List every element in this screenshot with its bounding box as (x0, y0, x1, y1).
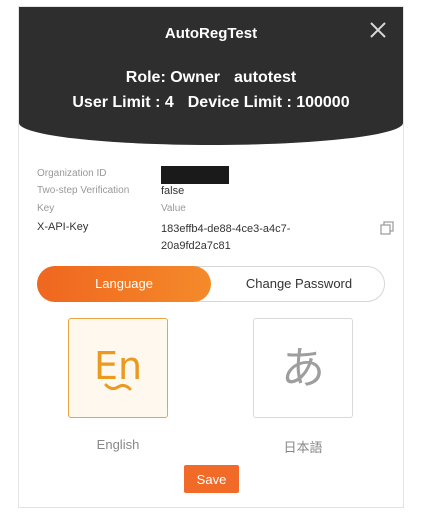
role-user: autotest (234, 69, 297, 86)
dialog-title: AutoRegTest (164, 25, 258, 42)
settings-tabs: Language Change Password (37, 266, 385, 302)
two-step-value: false (161, 185, 185, 197)
role-line: Role: Owner autotest (19, 69, 403, 87)
tab-language[interactable]: Language (37, 266, 211, 302)
limit-line: User Limit : 4 Device Limit : 100000 (19, 94, 403, 112)
tab-change-password[interactable]: Change Password (212, 266, 386, 302)
api-key-line-1: 183effb4-de88-4ce3-a4c7- (161, 223, 291, 235)
svg-text:En: En (94, 344, 142, 388)
settings-dialog: AutoRegTest Role: Owner autotest User Lim… (18, 6, 404, 508)
device-limit: Device Limit : 100000 (187, 94, 350, 111)
api-key-name: X-API-Key (37, 221, 89, 233)
japanese-glyph-icon: あ (281, 343, 325, 394)
english-glyph-icon: En (94, 344, 142, 391)
user-limit: User Limit : 4 (72, 94, 174, 111)
key-header: Key (37, 203, 55, 214)
language-option-english[interactable]: En (68, 318, 168, 418)
api-key-line-2: 20a9fd2a7c81 (161, 240, 231, 252)
save-button[interactable]: Save (184, 465, 239, 493)
close-icon[interactable] (367, 19, 389, 41)
copy-icon[interactable] (380, 221, 394, 235)
value-header: Value (161, 203, 186, 214)
two-step-label: Two-step Verification (37, 185, 130, 196)
language-option-japanese[interactable]: あ (253, 318, 353, 418)
role-label: Role: Owner (125, 69, 220, 86)
japanese-label: 日本語 (283, 440, 323, 455)
english-label: English (96, 437, 140, 452)
redacted-org-id (161, 166, 229, 184)
org-id-label: Organization ID (37, 168, 107, 179)
api-key-value: 183effb4-de88-4ce3-a4c7- 20a9fd2a7c81 (161, 221, 290, 255)
svg-text:あ: あ (281, 343, 325, 394)
dialog-header: AutoRegTest Role: Owner autotest User Lim… (19, 7, 403, 145)
